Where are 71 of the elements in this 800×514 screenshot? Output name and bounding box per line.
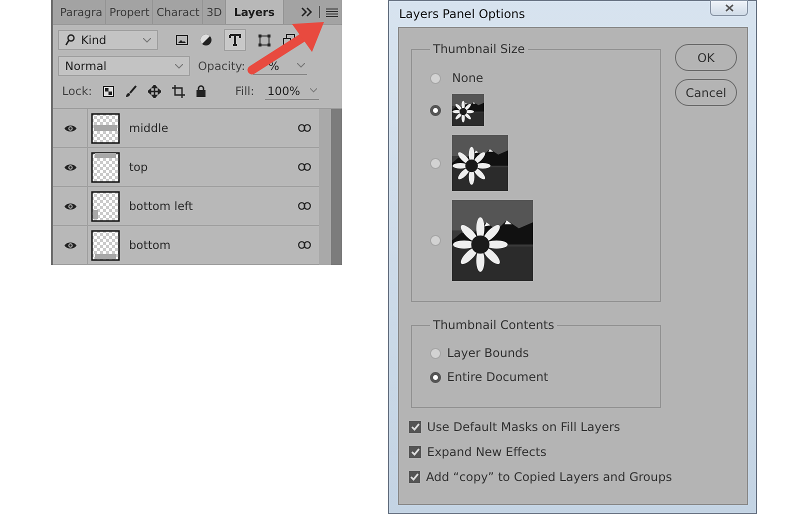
panel-tab[interactable]: Layers	[226, 0, 284, 24]
adjustment-icon[interactable]	[200, 34, 212, 46]
eye-icon[interactable]	[64, 162, 76, 172]
link-icon[interactable]	[298, 241, 311, 249]
image-icon[interactable]	[176, 35, 188, 45]
layer-thumbnail	[91, 230, 120, 260]
brush-icon[interactable]	[125, 84, 138, 98]
layer-thumbnail	[91, 190, 120, 222]
layer-thumbnail	[91, 152, 120, 182]
layer-name: bottom	[129, 238, 171, 252]
radio-button[interactable]	[430, 158, 441, 168]
radio-button[interactable]	[430, 372, 441, 382]
scrollbar[interactable]	[319, 109, 331, 265]
checkbox-label: Expand New Effects	[427, 445, 546, 459]
group-label: Thumbnail Contents	[432, 318, 556, 332]
eye-icon[interactable]	[64, 124, 76, 132]
search-icon	[65, 34, 75, 46]
eye-icon[interactable]	[64, 202, 76, 210]
fill-label: Fill:	[235, 84, 254, 98]
radio-button[interactable]	[430, 348, 441, 358]
checkbox[interactable]	[409, 471, 420, 483]
checkmark-icon	[410, 423, 420, 431]
checkbox-label: Use Default Masks on Fill Layers	[427, 420, 620, 434]
checkmark-icon	[410, 448, 420, 456]
shape-icon[interactable]	[258, 34, 271, 46]
layer-row[interactable]: bottom	[53, 226, 319, 265]
eye-icon[interactable]	[64, 240, 76, 250]
fill-field[interactable]: 100%	[265, 82, 320, 100]
blend-mode-dropdown[interactable]: Normal	[58, 56, 190, 76]
smart-object-icon[interactable]	[283, 34, 295, 46]
move-icon[interactable]	[148, 84, 162, 98]
radio-button[interactable]	[430, 72, 441, 84]
radio-button[interactable]	[430, 104, 441, 116]
option-label: Layer Bounds	[447, 346, 529, 360]
group-label: Thumbnail Size	[432, 42, 526, 56]
close-button[interactable]	[710, 0, 748, 16]
type-filter-button[interactable]	[224, 29, 246, 51]
checkbox[interactable]	[409, 421, 421, 433]
caret-icon	[143, 38, 151, 42]
crop-icon[interactable]	[172, 84, 186, 98]
dialog-button[interactable]: OK	[675, 44, 737, 71]
dialog-button[interactable]: Cancel	[675, 79, 737, 106]
link-icon[interactable]	[298, 202, 311, 210]
caret-icon	[175, 64, 183, 68]
layer-row[interactable]: top	[53, 148, 319, 187]
caret-icon	[310, 88, 318, 93]
caret-icon	[297, 63, 306, 68]
layer-name: top	[129, 160, 148, 174]
radio-button[interactable]	[430, 235, 441, 246]
close-icon	[724, 4, 734, 12]
layer-row[interactable]: middle	[53, 109, 319, 148]
link-icon[interactable]	[298, 163, 311, 171]
expand-icon[interactable]	[301, 7, 313, 17]
menu-icon[interactable]	[326, 8, 338, 16]
filter-dropdown[interactable]: Kind	[58, 30, 158, 50]
layer-thumbnail	[91, 112, 120, 144]
option-label: None	[452, 71, 484, 85]
checkmark-icon	[410, 473, 419, 481]
checkerboard-icon[interactable]	[103, 86, 114, 96]
layer-name: bottom left	[129, 199, 193, 213]
checkbox[interactable]	[409, 446, 421, 458]
checkbox-label: Add “copy” to Copied Layers and Groups	[426, 470, 672, 484]
link-icon[interactable]	[298, 124, 311, 132]
layer-name: middle	[129, 121, 168, 135]
lock-icon[interactable]	[196, 85, 206, 97]
window-title: Layers Panel Options	[399, 7, 526, 21]
opacity-label: Opacity:	[198, 59, 246, 73]
layer-row[interactable]: bottom left	[53, 187, 319, 226]
type-icon	[229, 34, 241, 46]
lock-label: Lock:	[62, 84, 92, 98]
option-label: Entire Document	[447, 370, 548, 384]
